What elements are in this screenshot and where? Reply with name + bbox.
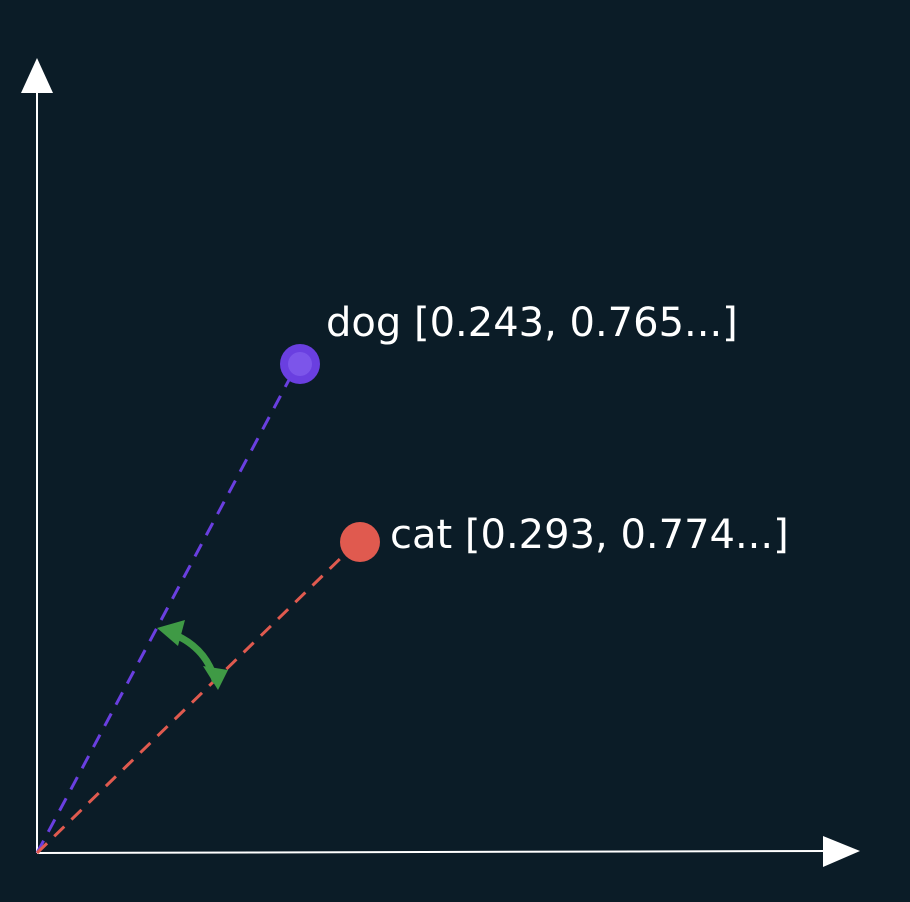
angle-arrow bbox=[157, 620, 228, 690]
vector-diagram: dog [0.243, 0.765...] cat [0.293, 0.774.… bbox=[0, 0, 910, 902]
x-axis bbox=[36, 850, 829, 854]
cat-label: cat [0.293, 0.774...] bbox=[390, 512, 789, 558]
y-axis-arrowhead bbox=[21, 58, 53, 93]
cat-point bbox=[340, 522, 380, 562]
dog-point-highlight bbox=[288, 352, 312, 376]
x-axis-arrowhead bbox=[823, 836, 860, 867]
diagram-canvas: dog [0.243, 0.765...] cat [0.293, 0.774.… bbox=[21, 58, 860, 867]
dog-label: dog [0.243, 0.765...] bbox=[326, 300, 738, 346]
dog-vector-line bbox=[35, 377, 292, 854]
cat-vector-line bbox=[35, 551, 348, 855]
